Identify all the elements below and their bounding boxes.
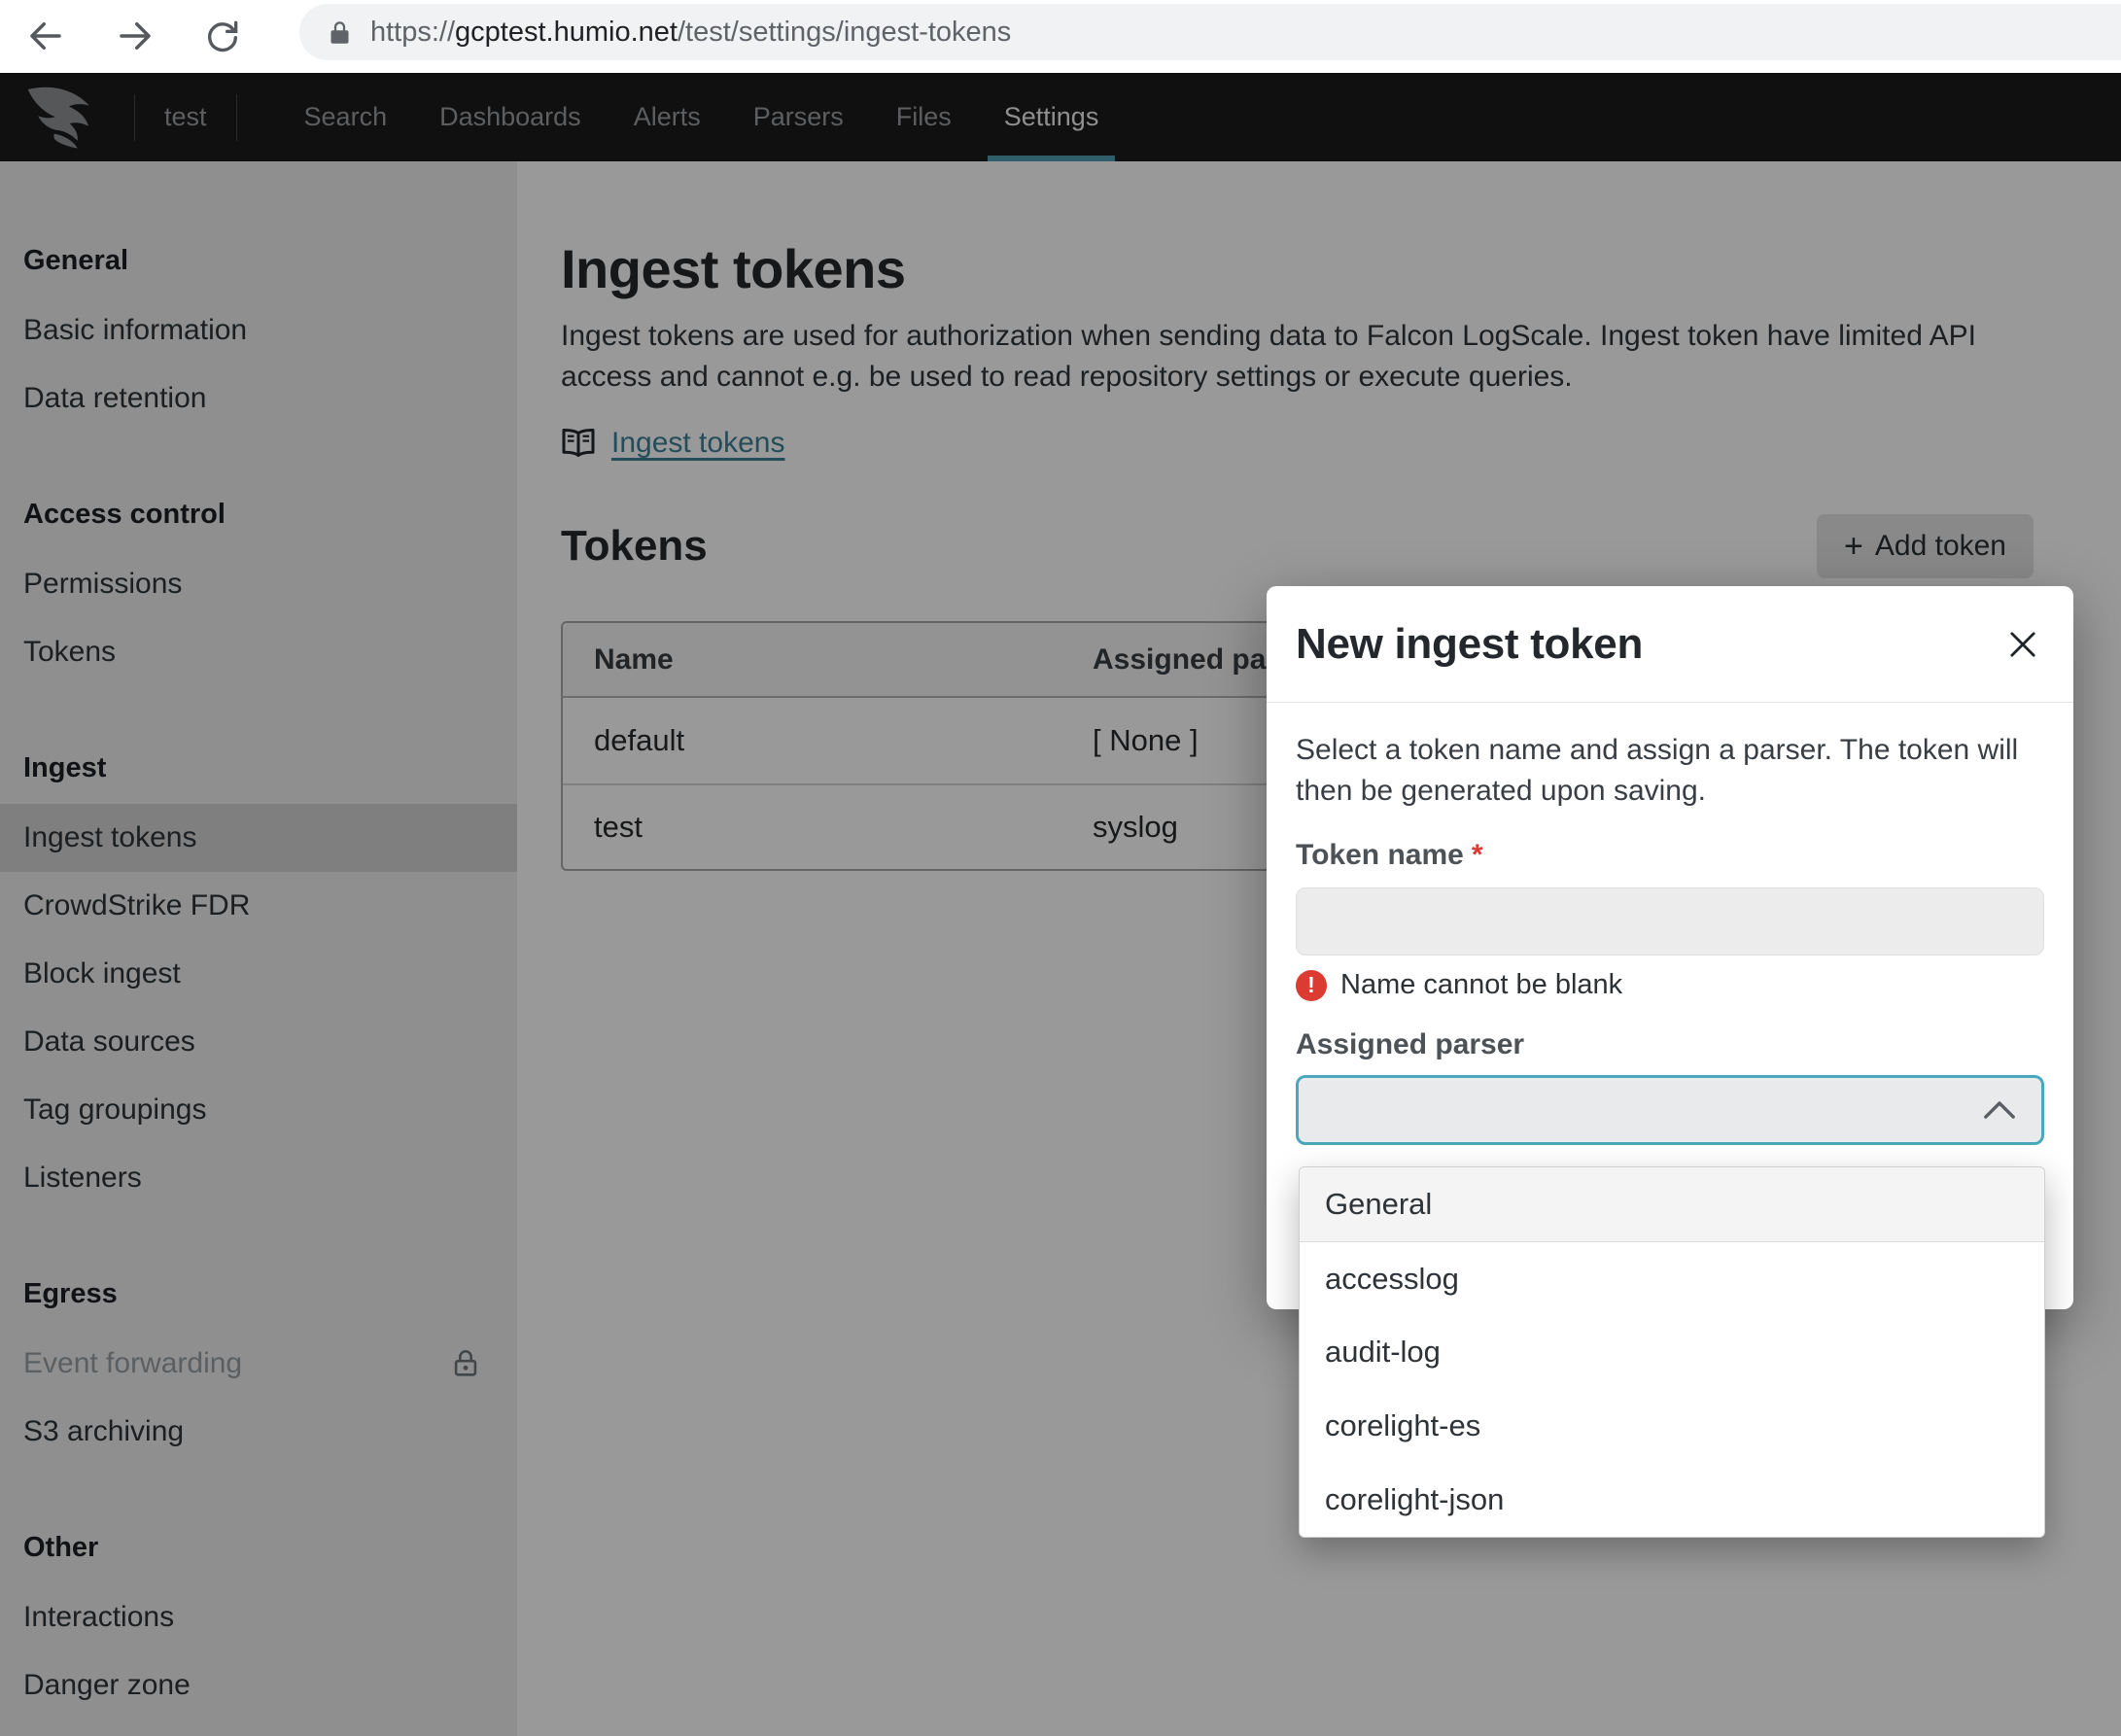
browser-reload-button[interactable] [200,14,245,58]
token-name-input[interactable] [1296,887,2044,955]
dropdown-option-corelight-es[interactable]: corelight-es [1300,1389,2044,1463]
parser-dropdown-list: General accesslog audit-log corelight-es… [1299,1166,2045,1538]
validation-error: ! Name cannot be blank [1296,969,2044,1001]
modal-description: Select a token name and assign a parser.… [1296,730,2044,812]
assigned-parser-select[interactable] [1296,1075,2044,1145]
browser-chrome: https://gcptest.humio.net/test/settings/… [0,0,2121,73]
dropdown-option-corelight-json[interactable]: corelight-json [1300,1463,2044,1537]
dropdown-option-audit-log[interactable]: audit-log [1300,1316,2044,1390]
modal-title: New ingest token [1296,620,1643,669]
modal-body: Select a token name and assign a parser.… [1267,730,2073,1145]
back-arrow-icon [25,16,66,56]
reload-icon [203,17,242,55]
close-button[interactable] [2001,623,2044,666]
error-icon: ! [1296,970,1327,1001]
error-message: Name cannot be blank [1340,969,1622,1001]
browser-forward-button[interactable] [113,14,157,58]
close-icon [2005,627,2040,662]
address-bar[interactable]: https://gcptest.humio.net/test/settings/… [299,4,2121,60]
url-text: https://gcptest.humio.net/test/settings/… [370,17,1011,49]
app-window: https://gcptest.humio.net/test/settings/… [0,0,2121,1736]
dropdown-option-accesslog[interactable]: accesslog [1300,1242,2044,1316]
token-name-label: Token name* [1296,839,2044,872]
modal-header: New ingest token [1267,586,2073,703]
chevron-up-icon [1983,1100,2016,1120]
browser-back-button[interactable] [23,14,68,58]
assigned-parser-label: Assigned parser [1296,1028,2044,1061]
forward-arrow-icon [115,16,156,56]
required-asterisk: * [1472,839,1483,871]
dropdown-option-general[interactable]: General [1300,1167,2044,1242]
lock-icon [327,19,353,46]
